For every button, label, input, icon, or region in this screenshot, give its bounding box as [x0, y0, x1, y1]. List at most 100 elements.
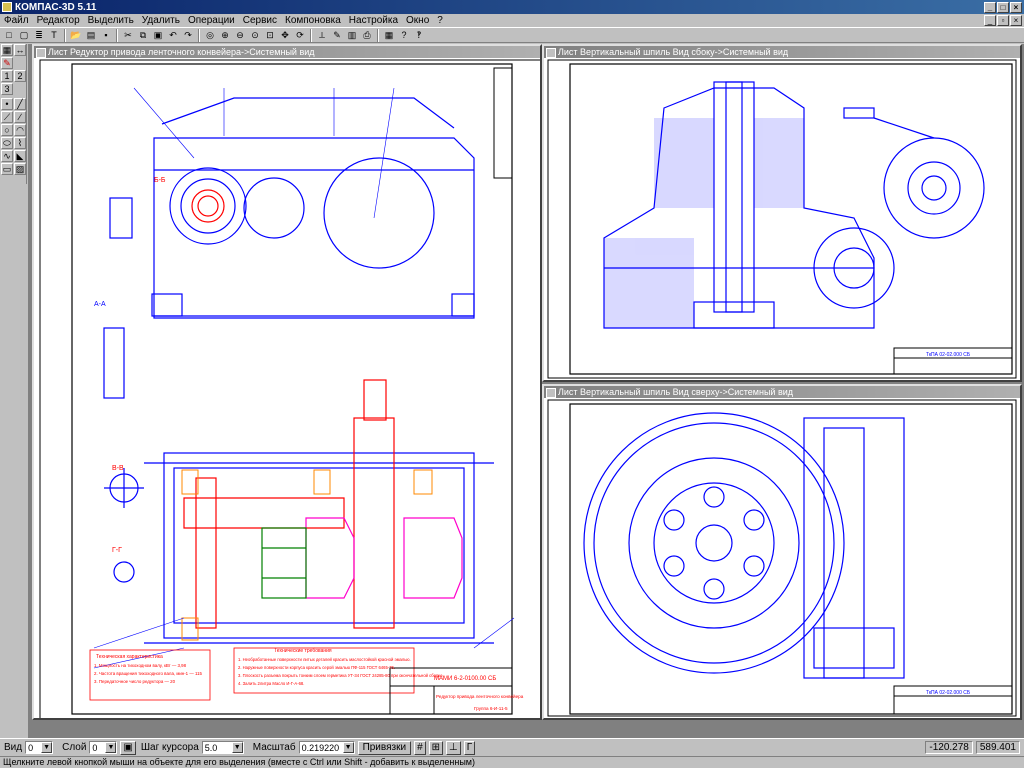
pan-icon[interactable]: ✥	[278, 28, 292, 42]
zoom-out-icon[interactable]: ⊖	[233, 28, 247, 42]
tech-4: 4. Залить 2литра Масло И-Г-А-68.	[238, 681, 304, 686]
palette-tab-3[interactable]: 3	[1, 83, 13, 95]
menu-service[interactable]: Сервис	[239, 15, 281, 27]
cut-icon[interactable]: ✂	[121, 28, 135, 42]
menu-delete[interactable]: Удалить	[138, 15, 184, 27]
document-window-top-view[interactable]: Лист Вертикальный шпиль Вид сверху->Сист…	[542, 384, 1022, 720]
view-label: Вид	[4, 742, 23, 753]
new-fragment-icon[interactable]: ▢	[17, 28, 31, 42]
show-all-icon[interactable]: ◎	[203, 28, 217, 42]
drawing-canvas-top-view[interactable]: ТкПА 02-02.000 СБ	[544, 398, 1020, 718]
point-icon[interactable]: •	[1, 98, 13, 110]
doc-minimize-button[interactable]: _	[984, 15, 996, 26]
local-cs-icon[interactable]: ⊞	[428, 740, 444, 755]
menu-window[interactable]: Окно	[402, 15, 433, 27]
document-window-side-view[interactable]: Лист Вертикальный шпиль Вид сбоку->Систе…	[542, 44, 1022, 382]
menu-select[interactable]: Выделить	[84, 15, 138, 27]
measure-icon[interactable]: ⟂	[315, 28, 329, 42]
step-label: Шаг курсора	[140, 742, 199, 753]
circle-icon[interactable]: ○	[1, 124, 13, 136]
layer-button[interactable]: ▣	[120, 740, 136, 755]
palette-tab-1[interactable]: 1	[1, 70, 13, 82]
redo-icon[interactable]: ↷	[181, 28, 195, 42]
menu-help[interactable]: ?	[433, 15, 447, 27]
open-icon[interactable]: 📂	[69, 28, 83, 42]
layer-label: Слой	[62, 742, 87, 753]
palette-geometry-icon[interactable]: ▦	[1, 44, 13, 56]
refresh-icon[interactable]: ⟳	[293, 28, 307, 42]
chamfer-icon[interactable]: ◣	[14, 150, 26, 162]
tech-2: 2. Наружные поверхности корпуса красить …	[238, 665, 395, 670]
rectangle-icon[interactable]: ▭	[1, 163, 13, 175]
doc-close-button[interactable]: ×	[1010, 15, 1022, 26]
stamp-code-reducer: МАМИ 6-2-0100.00 СБ	[434, 676, 496, 682]
ellipse-icon[interactable]: ⬭	[1, 137, 13, 149]
maximize-button[interactable]: □	[997, 1, 1009, 13]
drawing-canvas-reducer[interactable]: Б-Б А-А В-В Г-Г Техническая характеристи…	[34, 58, 540, 718]
segment-icon[interactable]: ∕	[14, 111, 26, 123]
print-preview-icon[interactable]: ▤	[84, 28, 98, 42]
round-icon[interactable]: Γ	[463, 740, 476, 755]
note-1: 1. Мощность на тихоходном валу, кВт — 3,…	[94, 663, 187, 668]
chevron-down-icon: ▼	[231, 742, 243, 753]
zoom-window-icon[interactable]: ⊙	[248, 28, 262, 42]
spline-icon[interactable]: ∿	[1, 150, 13, 162]
toolbar-separator	[116, 28, 118, 42]
doc-title-reducer[interactable]: Лист Редуктор привода ленточного конвейе…	[34, 46, 540, 58]
ortho-icon[interactable]: ⊥	[446, 740, 461, 755]
new-text-icon[interactable]: T	[47, 28, 61, 42]
menu-editor[interactable]: Редактор	[33, 15, 84, 27]
snaps-button[interactable]: Привязки	[357, 740, 412, 755]
menu-file[interactable]: Файл	[0, 15, 33, 27]
doc-title-side-view[interactable]: Лист Вертикальный шпиль Вид сбоку->Систе…	[544, 46, 1020, 58]
palette-edit-icon[interactable]: ✎	[1, 57, 13, 69]
arc-icon[interactable]: ◠	[14, 124, 26, 136]
workspace: Лист Редуктор привода ленточного конвейе…	[28, 44, 1024, 738]
polyline-icon[interactable]: ⌇	[14, 137, 26, 149]
minimize-button[interactable]: _	[984, 1, 996, 13]
context-help-icon[interactable]: ‽	[412, 28, 426, 42]
drawing-canvas-side-view[interactable]: ТкПА 02-02.000 СБ	[544, 58, 1020, 380]
undo-icon[interactable]: ↶	[166, 28, 180, 42]
library-icon[interactable]: ▦	[382, 28, 396, 42]
notes-title: Техническая характеристика	[96, 654, 163, 660]
new-file-icon[interactable]: □	[2, 28, 16, 42]
zoom-in-icon[interactable]: ⊕	[218, 28, 232, 42]
coord-x: -120.278	[925, 741, 973, 754]
toolbar-separator	[64, 28, 66, 42]
stamp-code-top-view: ТкПА 02-02.000 СБ	[926, 690, 971, 696]
title-bar: КОМПАС-3D 5.11 _ □ ×	[0, 0, 1024, 14]
grid-icon[interactable]: #	[414, 740, 426, 755]
chevron-down-icon: ▼	[105, 742, 117, 753]
paste-icon[interactable]: ▣	[151, 28, 165, 42]
status-bar: Щелкните левой кнопкой мыши на объекте д…	[0, 756, 1024, 768]
step-select[interactable]: 5.0 ▼	[201, 741, 244, 754]
auxiliary-line-icon[interactable]: ⟋	[1, 111, 13, 123]
palette-tab-2[interactable]: 2	[14, 70, 26, 82]
doc-title-top-view[interactable]: Лист Вертикальный шпиль Вид сверху->Сист…	[544, 386, 1020, 398]
scale-select[interactable]: 0.219220 ▼	[298, 741, 355, 754]
doc-restore-button[interactable]: ▫	[997, 15, 1009, 26]
document-window-reducer[interactable]: Лист Редуктор привода ленточного конвейе…	[32, 44, 542, 720]
line-icon[interactable]: ╱	[14, 98, 26, 110]
help-icon[interactable]: ?	[397, 28, 411, 42]
hatch-icon[interactable]: ▨	[14, 163, 26, 175]
tech-1: 1. Необработанные поверхности литых дета…	[238, 657, 411, 662]
view-select[interactable]: 0 ▼	[25, 741, 54, 754]
tool-palette: ▦ ↔ ✎ 1 2 3 • ╱ ⟋ ∕ ○ ◠ ⬭ ⌇ ∿ ◣ ▭ ▨	[0, 44, 27, 184]
close-button[interactable]: ×	[1010, 1, 1022, 13]
menu-layout[interactable]: Компоновка	[281, 15, 345, 27]
standard-toolbar: □ ▢ ≣ T 📂 ▤ ▪ ✂ ⧉ ▣ ↶ ↷ ◎ ⊕ ⊖ ⊙ ⊡ ✥ ⟳ ⟂ ✎ ▥ ⎙ ▦? ‽	[0, 27, 1024, 43]
copy-icon[interactable]: ⧉	[136, 28, 150, 42]
menu-operations[interactable]: Операции	[184, 15, 239, 27]
palette-dimensions-icon[interactable]: ↔	[14, 44, 26, 56]
layers-icon[interactable]: ▥	[345, 28, 359, 42]
zoom-scale-icon[interactable]: ⊡	[263, 28, 277, 42]
new-spec-icon[interactable]: ≣	[32, 28, 46, 42]
properties-icon[interactable]: ✎	[330, 28, 344, 42]
section-label-gg: Г-Г	[112, 547, 122, 554]
layer-select[interactable]: 0 ▼	[89, 741, 118, 754]
save-icon[interactable]: ▪	[99, 28, 113, 42]
menu-settings[interactable]: Настройка	[345, 15, 402, 27]
print-icon[interactable]: ⎙	[360, 28, 374, 42]
